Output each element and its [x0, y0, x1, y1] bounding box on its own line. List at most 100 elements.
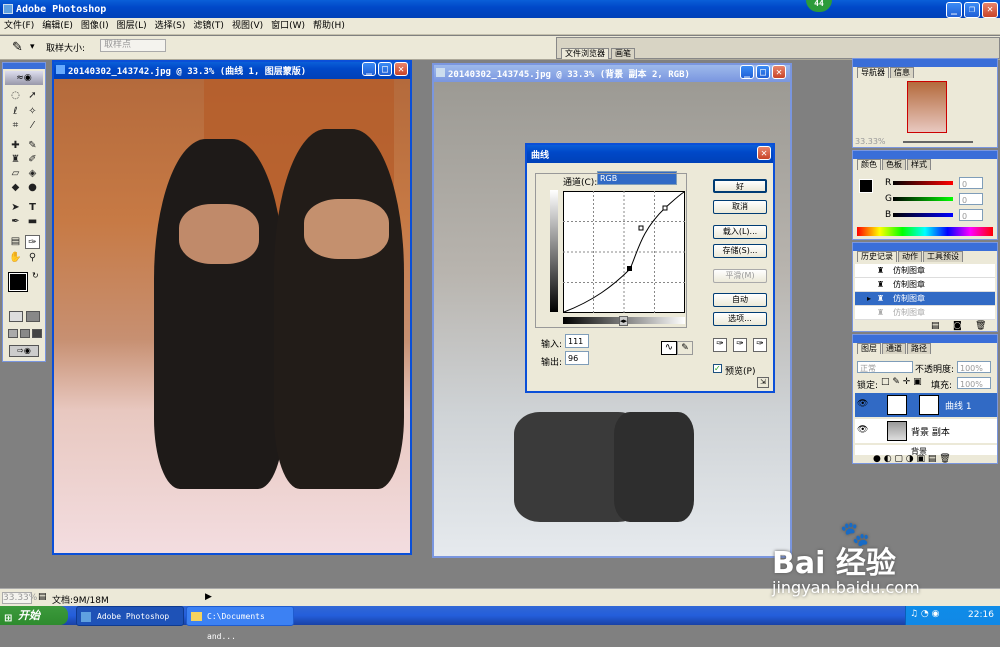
screen-mode-full-menu-icon[interactable] — [20, 329, 30, 338]
black-point-eyedropper-icon[interactable]: ✑ — [713, 338, 727, 352]
tab-channels[interactable]: 通道 — [882, 343, 906, 354]
save-button[interactable]: 存储(S)... — [713, 244, 767, 258]
eraser-tool-icon[interactable]: ▱ — [8, 167, 23, 181]
screen-mode-standard-icon[interactable] — [8, 329, 18, 338]
menu-image[interactable]: 图像(I) — [77, 18, 113, 34]
swap-colors-icon[interactable]: ↻ — [32, 271, 39, 280]
zoom-tool-icon[interactable]: ⚲ — [25, 251, 40, 265]
sample-size-select[interactable]: 取样点 — [100, 39, 166, 52]
layers-footer-icons[interactable]: ● ◐ ▢ ◑ ▣ ▤ 🗑 — [873, 454, 951, 463]
cancel-button[interactable]: 取消 — [713, 200, 767, 214]
paint-bucket-tool-icon[interactable]: ◈ — [25, 167, 40, 181]
crop-tool-icon[interactable]: ⌗ — [8, 119, 23, 133]
pen-tool-icon[interactable]: ✒ — [8, 215, 23, 229]
menu-layer[interactable]: 图层(L) — [113, 18, 151, 34]
trash-icon[interactable]: 🗑 — [975, 321, 986, 331]
menu-help[interactable]: 帮助(H) — [309, 18, 349, 34]
brush-tool-icon[interactable]: ✎ — [25, 139, 40, 153]
lasso-tool-icon[interactable]: ℓ — [8, 105, 23, 119]
quick-mask-mode-icon[interactable] — [26, 311, 40, 322]
history-item[interactable]: ♜ 仿制图章 — [855, 278, 995, 292]
eye-icon[interactable]: 👁 — [857, 399, 868, 409]
marquee-tool-icon[interactable]: ◌ — [8, 89, 23, 103]
lock-icons[interactable]: □ ✎ ✛ ▣ — [881, 377, 922, 387]
doc2-minimize-button[interactable]: _ — [740, 65, 754, 79]
clone-stamp-tool-icon[interactable]: ♜ — [8, 153, 23, 167]
opacity-field[interactable]: 100% — [957, 361, 991, 373]
layer-row[interactable]: 👁 背景 副本 — [855, 419, 997, 443]
blend-mode-select[interactable]: 正常 — [857, 361, 913, 373]
healing-brush-tool-icon[interactable]: ✚ — [8, 139, 23, 153]
b-field[interactable]: 0 — [959, 209, 983, 221]
color-ramp[interactable] — [857, 227, 993, 236]
curve-mode-icon[interactable]: ∿ — [661, 341, 677, 355]
g-field[interactable]: 0 — [959, 193, 983, 205]
tab-color[interactable]: 颜色 — [857, 159, 881, 170]
menu-edit[interactable]: 编辑(E) — [38, 18, 77, 34]
g-slider[interactable] — [893, 197, 953, 201]
fill-field[interactable]: 100% — [957, 377, 991, 389]
tab-swatches[interactable]: 色板 — [882, 159, 906, 170]
preview-checkbox[interactable]: ✓ — [713, 364, 722, 373]
history-item[interactable]: ♜ 仿制图章 — [855, 264, 995, 278]
r-field[interactable]: 0 — [959, 177, 983, 189]
tray-icons[interactable]: ♫ ◔ ◉ — [910, 609, 940, 619]
gray-point-eyedropper-icon[interactable]: ✑ — [733, 338, 747, 352]
start-button[interactable]: ⊞ 开始 — [0, 606, 68, 625]
standard-mode-icon[interactable] — [9, 311, 23, 322]
tab-file-browser[interactable]: 文件浏览器 — [561, 48, 609, 59]
taskbar-item-photoshop[interactable]: Adobe Photoshop — [76, 606, 184, 626]
move-tool-icon[interactable]: ➚ — [25, 89, 40, 103]
expand-dialog-icon[interactable]: ⇲ — [757, 377, 769, 388]
menu-window[interactable]: 窗口(W) — [267, 18, 309, 34]
navigator-zoom[interactable]: 33.33% — [855, 137, 886, 146]
load-button[interactable]: 载入(L)... — [713, 225, 767, 239]
magic-wand-tool-icon[interactable]: ✧ — [25, 105, 40, 119]
type-tool-icon[interactable]: T — [25, 201, 40, 215]
document-1-title-bar[interactable]: 20140302_143742.jpg @ 33.3% (曲线 1, 图层蒙版)… — [54, 62, 410, 79]
ok-button[interactable]: 好 — [713, 179, 767, 193]
tab-layers[interactable]: 图层 — [857, 343, 881, 354]
document-2-title-bar[interactable]: 20140302_143745.jpg @ 33.3% (背景 副本 2, RG… — [434, 65, 790, 82]
doc2-maximize-button[interactable]: □ — [756, 65, 770, 79]
output-field[interactable]: 96 — [565, 351, 589, 365]
curve-point[interactable] — [627, 266, 632, 271]
history-item[interactable]: ♜ 仿制图章 — [855, 306, 995, 320]
pencil-mode-icon[interactable]: ✎ — [677, 341, 693, 355]
eye-icon[interactable]: 👁 — [857, 425, 868, 435]
auto-button[interactable]: 自动 — [713, 293, 767, 307]
history-item-selected[interactable]: ▸ ♜ 仿制图章 — [855, 292, 995, 306]
status-zoom[interactable]: 33.33% — [2, 592, 37, 604]
jump-to-imageready-icon[interactable]: ⇨◉ — [9, 345, 39, 357]
close-button[interactable]: ✕ — [982, 2, 998, 18]
tab-navigator[interactable]: 导航器 — [857, 67, 889, 78]
minimize-button[interactable]: _ — [946, 2, 962, 18]
tool-preset-arrow-icon[interactable]: ▾ — [30, 42, 35, 52]
screen-mode-full-icon[interactable] — [32, 329, 42, 338]
history-brush-tool-icon[interactable]: ✐ — [25, 153, 40, 167]
curves-close-button[interactable]: ✕ — [757, 146, 771, 160]
path-selection-tool-icon[interactable]: ➤ — [8, 201, 23, 215]
tab-brushes[interactable]: 画笔 — [611, 48, 635, 59]
input-field[interactable]: 111 — [565, 334, 589, 348]
white-point-eyedropper-icon[interactable]: ✑ — [753, 338, 767, 352]
blur-tool-icon[interactable]: ◆ — [8, 181, 23, 195]
taskbar-item-explorer[interactable]: C:\Documents and... — [186, 606, 294, 641]
layer-row-selected[interactable]: 👁 曲线 1 — [855, 393, 997, 417]
eyedropper-tool-icon[interactable]: ✑ — [25, 235, 40, 249]
curve-point[interactable] — [638, 225, 644, 231]
r-slider[interactable] — [893, 181, 953, 185]
gradient-toggle-icon[interactable]: ◂▸ — [619, 316, 629, 326]
hand-tool-icon[interactable]: ✋ — [8, 251, 23, 265]
maximize-button[interactable]: ❐ — [964, 2, 980, 18]
menu-file[interactable]: 文件(F) — [0, 18, 38, 34]
status-menu-arrow-icon[interactable]: ▶ — [205, 592, 212, 602]
dodge-tool-icon[interactable]: ● — [25, 181, 40, 195]
menu-select[interactable]: 选择(S) — [151, 18, 190, 34]
doc1-minimize-button[interactable]: _ — [362, 62, 376, 76]
notification-badge[interactable]: 44 — [806, 0, 832, 12]
curves-title-bar[interactable]: 曲线 ✕ — [527, 145, 773, 163]
b-slider[interactable] — [893, 213, 953, 217]
eyedropper-tool-icon[interactable]: ✎ — [12, 40, 23, 55]
curve-point[interactable] — [662, 205, 668, 211]
